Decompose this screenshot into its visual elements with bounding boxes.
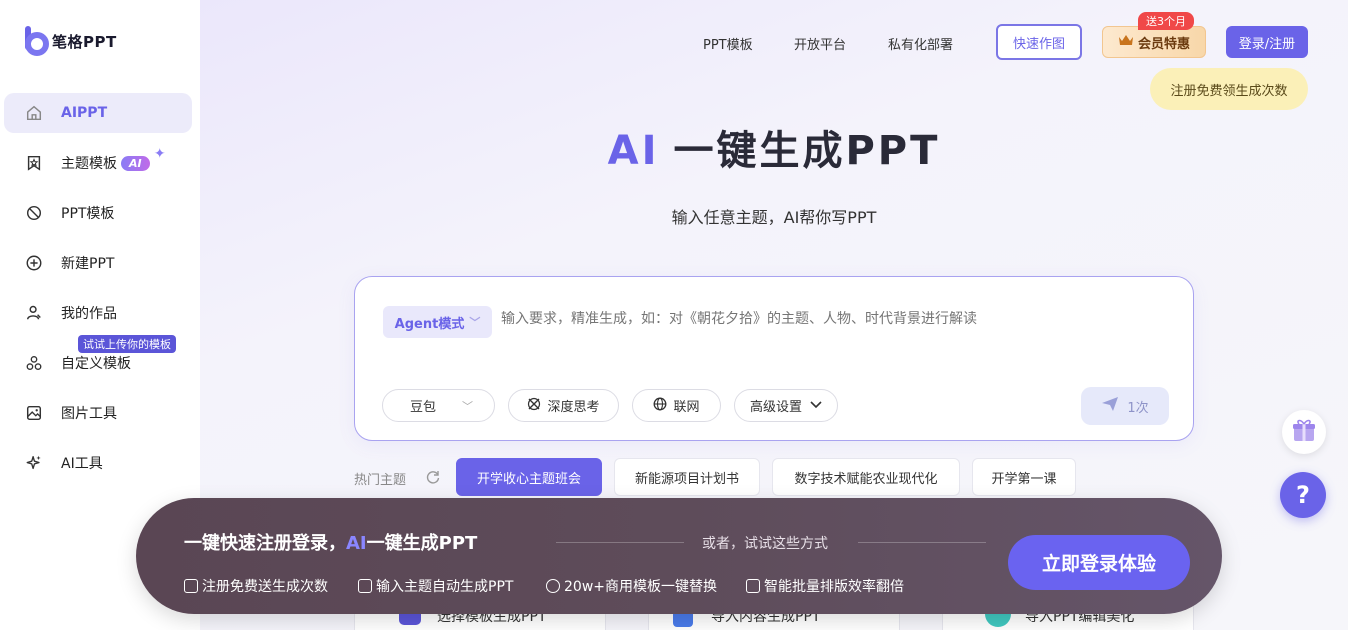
quick-chart-button[interactable]: 快速作图 [996,24,1082,60]
web-label: 联网 [673,400,700,415]
agent-mode-label: Agent模式 [394,316,465,332]
logo-mark-icon [24,26,50,56]
agent-mode-select[interactable]: Agent模式 ﹀ [383,306,492,338]
sparkle-icon [24,453,44,473]
send-icon [1101,396,1119,416]
hero-subtitle: 输入任意主题，AI帮你写PPT [671,208,877,227]
hero-title: AI 一键生成PPT [0,118,1348,176]
image-tool-icon [24,403,44,423]
deep-think-icon [527,397,541,415]
document-icon [358,579,372,593]
chevron-down-icon [810,398,822,413]
sidebar-item-ai-tool[interactable]: AI工具 [4,443,192,483]
sidebar-item-label: 自定义模板 [61,356,131,372]
divider [556,542,684,543]
globe-icon [653,397,667,415]
banner-title: 一键快速注册登录，AI一键生成PPT [184,533,478,554]
custom-template-icon [24,353,44,373]
prompt-input[interactable] [501,311,1161,327]
user-works-icon [24,303,44,323]
gift-icon [1290,416,1318,448]
deep-think-toggle[interactable]: 深度思考 [508,389,619,422]
login-promo-banner: 一键快速注册登录，AI一键生成PPT 或者，试试这些方式 注册免费送生成次数 输… [136,498,1222,614]
prompt-card: Agent模式 ﹀ 豆包 ﹀ 深度思考 联网 高级设置 1次 [354,276,1194,441]
hot-topic-item[interactable]: 开学收心主题班会 [456,458,602,496]
advanced-settings-dropdown[interactable]: 高级设置 [734,389,838,422]
hot-topic-item[interactable]: 新能源项目计划书 [614,458,760,496]
advanced-label: 高级设置 [749,400,802,415]
plus-circle-icon [24,253,44,273]
vip-promo-badge: 送3个月 [1138,12,1194,30]
hero-title-text: 一键生成PPT [673,128,941,174]
hero-title-ai: AI [607,128,660,174]
deep-think-label: 深度思考 [547,400,600,415]
sidebar-item-my-works[interactable]: 我的作品 [4,293,192,333]
register-tooltip: 注册免费领生成次数 [1150,68,1308,110]
banner-or-text: 或者，试试这些方式 [702,536,828,552]
nav-open-platform[interactable]: 开放平台 [794,34,846,53]
shield-icon [546,579,560,593]
banner-feature: 20w+商用模板一键替换 [546,576,717,596]
sidebar-item-custom-template[interactable]: 自定义模板 [4,343,192,383]
banner-feature: 注册免费送生成次数 [184,576,328,596]
nav-private-deploy[interactable]: 私有化部署 [888,34,953,53]
chevron-down-icon: ﹀ [462,399,473,413]
copy-icon [746,579,760,593]
crown-icon [1118,33,1134,51]
send-button[interactable]: 1次 [1081,387,1169,425]
model-select[interactable]: 豆包 ﹀ [382,389,495,422]
sidebar-item-label: AI工具 [61,456,103,472]
sidebar-item-new-ppt[interactable]: 新建PPT [4,243,192,283]
sidebar-item-label: 图片工具 [61,406,117,422]
brand-logo[interactable]: 笔格PPT [24,26,117,56]
gift-icon [184,579,198,593]
web-search-toggle[interactable]: 联网 [632,389,721,422]
help-float-button[interactable]: ? [1280,472,1326,518]
refresh-icon[interactable] [425,469,441,489]
send-count: 1次 [1127,400,1149,416]
banner-feature: 智能批量排版效率翻倍 [746,576,904,596]
sidebar-item-label: 新建PPT [61,256,115,272]
gift-float-button[interactable] [1282,410,1326,454]
sidebar-item-image-tool[interactable]: 图片工具 [4,393,192,433]
hot-topic-item[interactable]: 开学第一课 [972,458,1076,496]
nav-ppt-template[interactable]: PPT模板 [703,34,753,53]
vip-offer-button[interactable]: 会员特惠 [1102,26,1206,58]
banner-feature: 输入主题自动生成PPT [358,576,513,596]
hot-topics-label: 热门主题 [354,473,407,488]
login-experience-button[interactable]: 立即登录体验 [1008,535,1190,590]
model-label: 豆包 [409,400,436,415]
sidebar-item-label: 我的作品 [61,306,117,322]
hot-topic-item[interactable]: 数字技术赋能农业现代化 [772,458,960,496]
chevron-down-icon: ﹀ [469,316,481,329]
login-register-button[interactable]: 登录/注册 [1226,26,1308,58]
brand-name: 笔格PPT [52,32,117,51]
vip-label: 会员特惠 [1137,36,1190,52]
divider [858,542,986,543]
